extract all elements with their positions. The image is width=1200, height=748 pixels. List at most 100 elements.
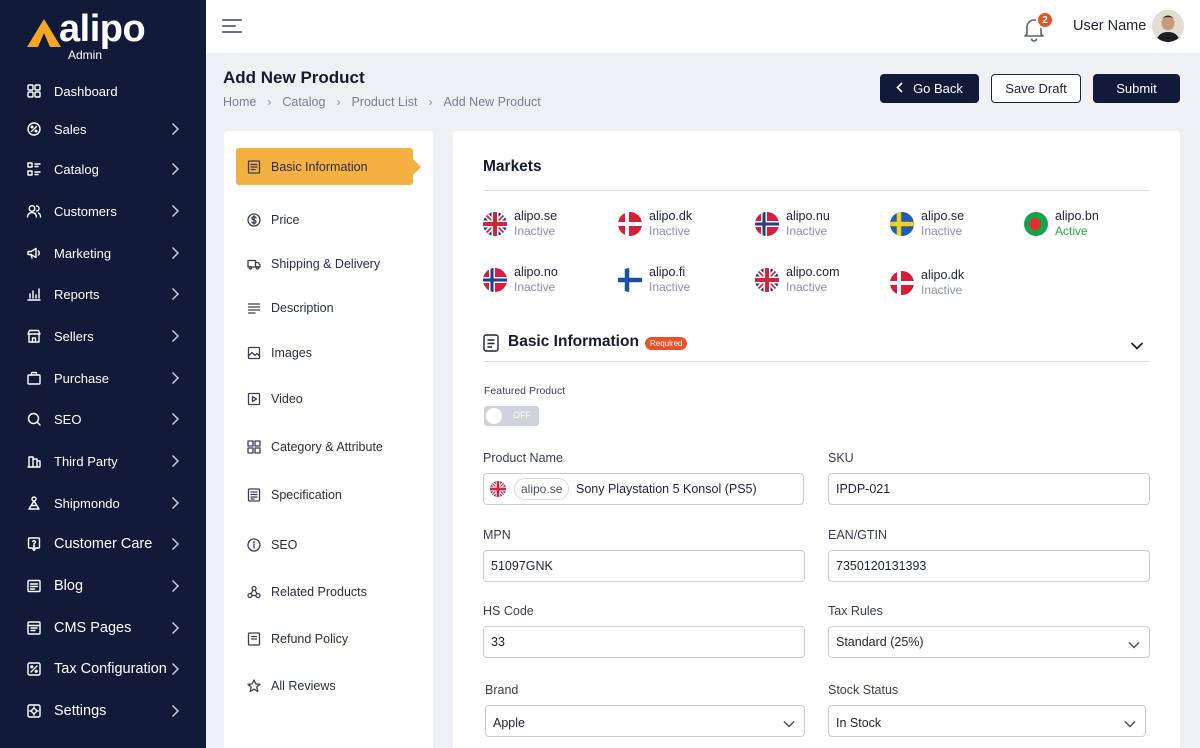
market-name: alipo.se <box>514 209 558 223</box>
required-badge: Required <box>645 337 688 350</box>
sidebar-item-label: Tax Configuration <box>54 661 167 677</box>
settings-icon <box>26 703 42 719</box>
se-flag-icon <box>890 212 914 236</box>
chevron-right-icon <box>170 579 180 593</box>
related-icon <box>247 585 261 599</box>
section-nav-refund-policy[interactable]: Refund Policy <box>236 620 421 657</box>
image-icon <box>247 346 261 360</box>
section-nav-seo[interactable]: SEO <box>236 526 421 563</box>
menu-toggle-icon[interactable] <box>222 17 242 35</box>
market-status: Inactive <box>921 283 963 297</box>
breadcrumb-home[interactable]: Home <box>223 95 256 109</box>
breadcrumb-catalog[interactable]: Catalog <box>282 95 325 109</box>
sidebar-item-label: Dashboard <box>54 83 118 99</box>
sidebar-item-purchase[interactable]: Purchase <box>0 360 206 396</box>
section-nav-price[interactable]: Price <box>236 201 421 238</box>
sidebar-item-label: Settings <box>54 703 107 719</box>
sku-input[interactable]: IPDP-021 <box>828 473 1150 505</box>
sidebar-item-customers[interactable]: Customers <box>0 193 206 229</box>
uk-flag-icon <box>490 481 506 497</box>
market-item[interactable]: alipo.dk Inactive <box>890 268 1020 302</box>
brand-select[interactable]: Apple <box>485 705 805 737</box>
section-nav-category-attribute[interactable]: Category & Attribute <box>236 428 421 465</box>
section-nav-video[interactable]: Video <box>236 380 421 417</box>
market-status: Inactive <box>649 224 691 238</box>
toggle-state: OFF <box>513 410 531 420</box>
market-item[interactable]: alipo.nu Inactive <box>755 209 885 243</box>
chevron-down-icon[interactable] <box>1130 338 1144 350</box>
section-nav-shipping-delivery[interactable]: Shipping & Delivery <box>236 245 421 282</box>
product-form-panel: Markets alipo.se Inactive alipo.dk Inactive… <box>453 131 1180 748</box>
product-name-input[interactable]: alipo.se Sony Playstation 5 Konsol (PS5) <box>483 473 804 505</box>
notification-bell-icon[interactable]: 2 <box>1022 11 1054 42</box>
no-flag-icon <box>755 212 779 236</box>
market-item[interactable]: alipo.se Inactive <box>483 209 613 243</box>
sidebar-item-dashboard[interactable]: Dashboard <box>0 73 206 109</box>
ean-input[interactable]: 7350120131393 <box>828 550 1150 582</box>
sidebar-item-settings[interactable]: Settings <box>0 693 206 729</box>
sidebar-item-label: Third Party <box>54 453 118 469</box>
bd-flag-icon <box>1024 212 1048 236</box>
chevron-right-icon <box>170 621 180 635</box>
tax-configuration-icon <box>26 661 42 677</box>
chevron-left-icon <box>896 81 903 96</box>
market-item[interactable]: alipo.fi Inactive <box>618 265 748 299</box>
customer-care-icon <box>26 536 42 552</box>
go-back-button[interactable]: Go Back <box>880 74 979 103</box>
sidebar-item-tax-configuration[interactable]: Tax Configuration <box>0 651 206 687</box>
section-nav-basic-information[interactable]: Basic Information <box>236 148 421 185</box>
breadcrumb-product-list[interactable]: Product List <box>351 95 417 109</box>
section-nav-related-products[interactable]: Related Products <box>236 573 421 610</box>
market-item[interactable]: alipo.no Inactive <box>483 265 613 299</box>
market-item[interactable]: alipo.com Inactive <box>755 265 885 299</box>
section-nav-label: Price <box>271 212 300 227</box>
section-nav-images[interactable]: Images <box>236 334 421 371</box>
sidebar-item-cms-pages[interactable]: CMS Pages <box>0 610 206 646</box>
sidebar-item-label: CMS Pages <box>54 620 132 636</box>
market-status: Inactive <box>514 224 556 238</box>
section-nav-all-reviews[interactable]: All Reviews <box>236 667 421 704</box>
sku-value: IPDP-021 <box>836 482 891 496</box>
page-title: Add New Product <box>223 68 365 87</box>
sidebar-item-catalog[interactable]: Catalog <box>0 151 206 187</box>
sidebar-item-marketing[interactable]: Marketing <box>0 235 206 271</box>
hs-code-input[interactable]: 33 <box>483 626 805 658</box>
toggle-knob <box>486 408 502 424</box>
market-status: Inactive <box>514 280 556 294</box>
sidebar-item-customer-care[interactable]: Customer Care <box>0 526 206 562</box>
sidebar-item-reports[interactable]: Reports <box>0 276 206 312</box>
user-name[interactable]: User Name <box>1073 18 1146 34</box>
featured-product-toggle[interactable]: OFF <box>484 406 539 426</box>
sidebar-item-sales[interactable]: Sales <box>0 111 206 147</box>
chevron-right-icon <box>170 329 180 343</box>
section-nav-description[interactable]: Description <box>236 289 421 326</box>
avatar[interactable] <box>1152 10 1184 42</box>
section-nav-specification[interactable]: Specification <box>236 476 421 513</box>
sidebar: alipo Admin Dashboard Sales Catalog Custome… <box>0 0 206 748</box>
section-nav-label: Basic Information <box>271 159 368 174</box>
chevron-down-icon <box>1124 717 1136 728</box>
save-draft-button[interactable]: Save Draft <box>991 74 1081 103</box>
purchase-icon <box>26 370 42 386</box>
sidebar-item-shipmondo[interactable]: Shipmondo <box>0 485 206 521</box>
market-chip[interactable]: alipo.se <box>514 478 570 500</box>
go-back-label: Go Back <box>913 81 963 96</box>
submit-button[interactable]: Submit <box>1093 74 1180 103</box>
sidebar-item-sellers[interactable]: Sellers <box>0 318 206 354</box>
market-item[interactable]: alipo.bn Active <box>1024 209 1154 243</box>
market-name: alipo.bn <box>1055 209 1099 223</box>
stock-status-label: Stock Status <box>828 683 899 697</box>
sidebar-item-third-party[interactable]: Third Party <box>0 443 206 479</box>
sidebar-item-blog[interactable]: Blog <box>0 568 206 604</box>
market-item[interactable]: alipo.se Inactive <box>890 209 1020 243</box>
truck-icon <box>247 257 261 271</box>
market-name: alipo.dk <box>649 209 693 223</box>
sidebar-item-seo[interactable]: SEO <box>0 401 206 437</box>
stock-status-select[interactable]: In Stock <box>828 705 1146 737</box>
tax-rules-select[interactable]: Standard (25%) <box>828 626 1150 658</box>
dk-flag-icon <box>890 271 914 295</box>
market-item[interactable]: alipo.dk Inactive <box>618 209 748 243</box>
notification-count-badge: 2 <box>1036 11 1054 29</box>
lines-icon <box>247 301 261 315</box>
mpn-input[interactable]: 51097GNK <box>483 550 805 582</box>
